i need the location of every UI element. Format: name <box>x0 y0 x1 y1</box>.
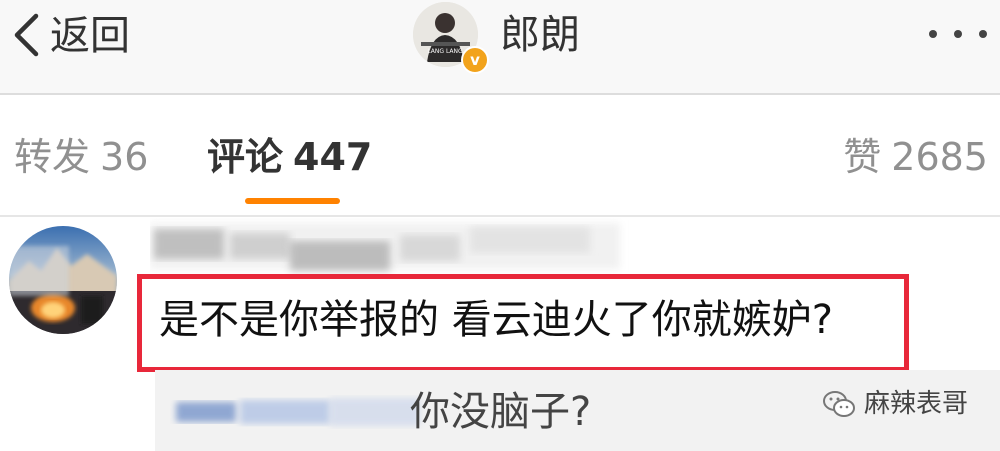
comment-item: 是不是你举报的 看云迪火了你就嫉妒? 你没脑子? 麻辣表哥 <box>0 217 1000 451</box>
chevron-left-icon <box>14 13 39 57</box>
tab-repost[interactable]: 转发 36 <box>14 135 148 179</box>
profile-name: 郎朗 <box>500 12 580 58</box>
tab-repost-label: 转发 <box>14 135 91 179</box>
back-label: 返回 <box>50 13 130 59</box>
wechat-icon <box>823 391 855 417</box>
top-navbar: 返回 LANG LANG v 郎朗 <box>0 0 1000 95</box>
blurred-username <box>150 223 620 271</box>
commenter-avatar-image <box>9 226 117 334</box>
watermark-text: 麻辣表哥 <box>864 389 969 419</box>
tab-repost-count: 36 <box>100 135 149 179</box>
highlighted-comment: 是不是你举报的 看云迪火了你就嫉妒? <box>137 274 909 372</box>
watermark: 麻辣表哥 <box>822 384 968 424</box>
profile-header[interactable]: LANG LANG v 郎朗 <box>413 2 713 74</box>
reply-username-blurred[interactable] <box>170 390 430 434</box>
tab-comments[interactable]: 评论 447 <box>207 135 372 179</box>
tab-comments-count: 447 <box>293 135 373 179</box>
tab-comments-label: 评论 <box>207 135 284 179</box>
weibo-comment-page: 返回 LANG LANG v 郎朗 转发 36 评论 447 赞 2685 是不… <box>0 0 1000 451</box>
tab-likes-label: 赞 <box>843 135 882 179</box>
blurred-reply-username <box>176 398 420 426</box>
commenter-avatar[interactable] <box>9 226 117 334</box>
active-tab-indicator <box>245 198 340 204</box>
avatar-caption: LANG LANG <box>427 48 463 55</box>
tab-likes[interactable]: 赞 2685 <box>843 135 988 179</box>
tab-bar: 转发 36 评论 447 赞 2685 <box>0 95 1000 217</box>
tab-likes-count: 2685 <box>891 135 988 179</box>
verified-badge-icon: v <box>461 46 489 74</box>
comment-text: 是不是你举报的 看云迪火了你就嫉妒? <box>159 297 833 343</box>
more-dots-icon[interactable] <box>925 24 991 44</box>
commenter-name-blurred[interactable] <box>150 217 640 279</box>
reply-text: 你没脑子? <box>410 389 592 435</box>
